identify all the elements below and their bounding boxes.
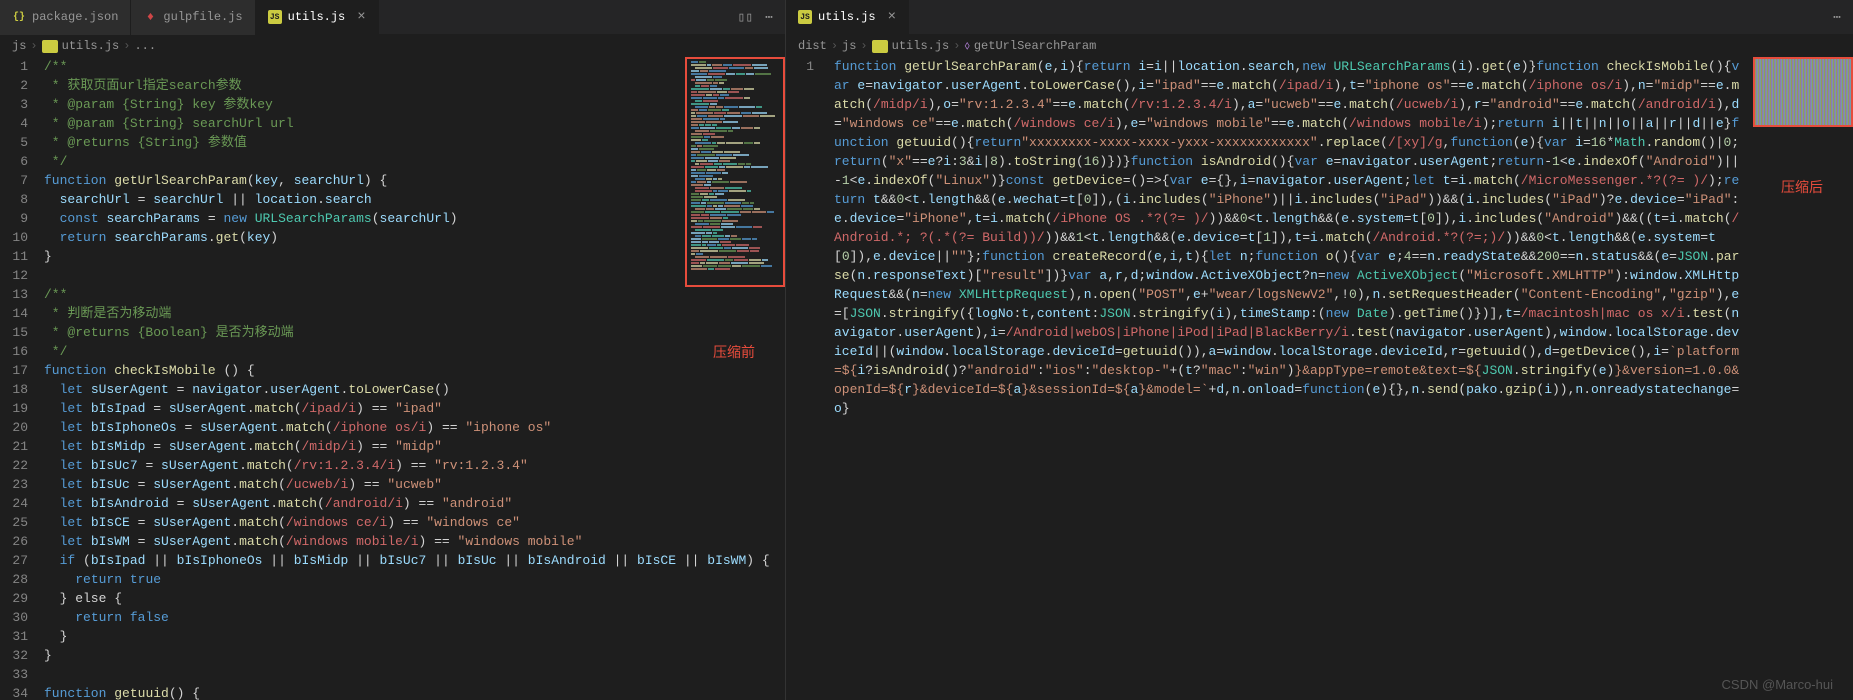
close-icon[interactable]: ×	[357, 9, 365, 25]
code-area[interactable]: /** * 获取页面url指定search参数 * @param {String…	[44, 57, 785, 700]
breadcrumb-item[interactable]: utils.js	[62, 39, 120, 53]
chevron-right-icon: ›	[30, 39, 37, 53]
js-icon: JS	[42, 40, 58, 53]
json-icon: {}	[12, 10, 26, 24]
editor-pane-right: JS utils.js × ⋯ dist › js › JS utils.js …	[786, 0, 1853, 700]
minimap-left[interactable]	[685, 57, 785, 287]
breadcrumb-right[interactable]: dist › js › JS utils.js › ⬨ getUrlSearch…	[786, 35, 1853, 57]
split-editor-icon[interactable]: ▯▯	[738, 10, 754, 25]
chevron-right-icon: ›	[831, 39, 838, 53]
tabs-right: JS utils.js × ⋯	[786, 0, 1853, 35]
chevron-right-icon: ›	[123, 39, 130, 53]
function-icon: ⬨	[964, 39, 969, 53]
tab-label: utils.js	[818, 10, 876, 24]
annotation-before: 压缩前	[713, 342, 755, 362]
code-area[interactable]: function getUrlSearchParam(e,i){return i…	[830, 57, 1853, 700]
js-icon: JS	[872, 40, 888, 53]
tab-label: package.json	[32, 10, 118, 24]
line-numbers: 1	[786, 57, 830, 700]
breadcrumb-left[interactable]: js › JS utils.js › ...	[0, 35, 785, 57]
js-icon: JS	[798, 10, 812, 24]
watermark: CSDN @Marco-hui	[1722, 677, 1833, 692]
tab-package-json[interactable]: {} package.json	[0, 0, 131, 35]
more-actions-icon[interactable]: ⋯	[1833, 10, 1841, 25]
breadcrumb-item[interactable]: getUrlSearchParam	[974, 39, 1096, 53]
editor-body-left[interactable]: 1234567891011121314151617181920212223242…	[0, 57, 785, 700]
tab-label: gulpfile.js	[163, 10, 242, 24]
more-actions-icon[interactable]: ⋯	[765, 10, 773, 25]
tab-actions: ▯▯ ⋯	[726, 10, 785, 25]
breadcrumb-item[interactable]: js	[842, 39, 856, 53]
line-numbers: 1234567891011121314151617181920212223242…	[0, 57, 44, 700]
tab-gulpfile[interactable]: ♦ gulpfile.js	[131, 0, 255, 35]
tab-utils-js[interactable]: JS utils.js ×	[256, 0, 379, 35]
breadcrumb-item[interactable]: dist	[798, 39, 827, 53]
js-icon: JS	[268, 10, 282, 24]
tab-actions: ⋯	[1821, 10, 1853, 25]
breadcrumb-item[interactable]: utils.js	[892, 39, 950, 53]
tab-label: utils.js	[288, 10, 346, 24]
breadcrumb-item[interactable]: ...	[134, 39, 156, 53]
breadcrumb-item[interactable]: js	[12, 39, 26, 53]
tabs-left: {} package.json ♦ gulpfile.js JS utils.j…	[0, 0, 785, 35]
tab-utils-js-dist[interactable]: JS utils.js ×	[786, 0, 909, 35]
editor-pane-left: {} package.json ♦ gulpfile.js JS utils.j…	[0, 0, 786, 700]
chevron-right-icon: ›	[860, 39, 867, 53]
minimap-right[interactable]	[1753, 57, 1853, 127]
line-number: 1	[786, 57, 814, 76]
close-icon[interactable]: ×	[888, 9, 896, 25]
editor-body-right[interactable]: 1 function getUrlSearchParam(e,i){return…	[786, 57, 1853, 700]
annotation-after: 压缩后	[1781, 177, 1823, 197]
gulp-icon: ♦	[143, 10, 157, 24]
chevron-right-icon: ›	[953, 39, 960, 53]
